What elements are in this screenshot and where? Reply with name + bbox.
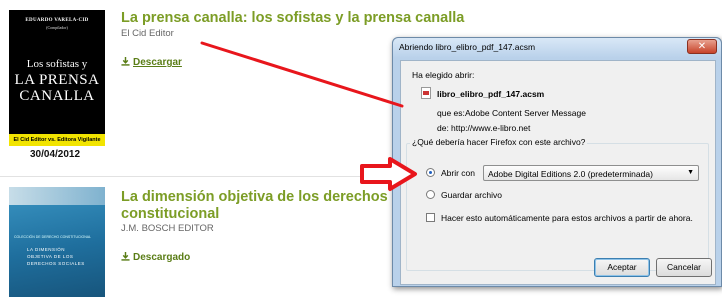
open-with-app-select[interactable]: Adobe Digital Editions 2.0 (predetermina… [483,165,699,181]
cover-title-line2: CANALLA [19,88,95,104]
cover-title-line1: LA PRENSA [14,72,100,88]
save-file-radio[interactable] [426,190,435,199]
cover-editor-note: (Compilador) [46,25,68,30]
dialog-title: Abriendo libro_elibro_pdf_147.acsm [399,42,536,52]
file-type-value: Adobe Content Server Message [465,108,586,118]
download-label: Descargar [133,57,182,68]
chevron-down-icon: ▼ [687,169,694,176]
book-publisher: J.M. BOSCH EDITOR [121,223,214,234]
download-icon [121,252,130,261]
file-type-label: que es: [437,108,465,118]
open-with-label[interactable]: Abrir con [441,168,475,178]
close-button[interactable]: ✕ [687,39,717,54]
cover-collection: COLECCIÓN DE DERECHO CONSTITUCIONAL [14,235,92,239]
file-name: libro_elibro_pdf_147.acsm [437,89,545,99]
dialog-titlebar[interactable]: Abriendo libro_elibro_pdf_147.acsm ✕ [393,38,721,58]
download-link[interactable]: Descargar [121,57,182,68]
book-title-link[interactable]: La prensa canalla: los sofistas y la pre… [121,10,464,27]
action-question: ¿Qué debería hacer Firefox con este arch… [410,137,588,147]
downloaded-label: Descargado [133,252,191,263]
dialog-body: Ha elegido abrir: libro_elibro_pdf_147.a… [400,60,716,285]
book-title-link-line2[interactable]: constitucional [121,206,219,223]
book-cover[interactable]: COLECCIÓN DE DERECHO CONSTITUCIONAL LA D… [9,187,105,297]
download-icon [121,57,130,66]
cover-band: El Cid Editor vs. Editora Vigilante [9,134,105,146]
auto-action-checkbox[interactable] [426,213,435,222]
file-icon [421,87,431,99]
save-file-label[interactable]: Guardar archivo [441,190,502,200]
cancel-button[interactable]: Cancelar [656,258,712,277]
download-dialog: Abriendo libro_elibro_pdf_147.acsm ✕ Ha … [392,37,722,287]
file-source-label: de: [437,123,449,133]
downloaded-status: Descargado [121,252,190,263]
cover-subtitle: Los sofistas y [26,58,88,70]
book-title-link[interactable]: La dimensión objetiva de los derechos so [121,189,409,206]
cover-title-line2: OBJETIVA DE LOS [27,254,74,259]
cover-author: EDUARDO VARELA-CID [25,18,89,23]
accept-button[interactable]: Aceptar [594,258,650,277]
open-with-radio[interactable] [426,168,435,177]
book-publisher: El Cid Editor [121,28,174,39]
cover-top-strip [9,187,105,205]
cover-title-line1: LA DIMENSIÓN [27,247,66,252]
action-group [406,143,709,271]
book-cover[interactable]: EDUARDO VARELA-CID (Compilador) Los sofi… [9,10,105,146]
open-with-app-value: Adobe Digital Editions 2.0 (predetermina… [488,169,653,179]
file-source-value: http://www.e-libro.net [451,123,531,133]
opened-label: Ha elegido abrir: [412,70,475,80]
cover-title-line3: DERECHOS SOCIALES [27,261,85,266]
auto-action-label[interactable]: Hacer esto automáticamente para estos ar… [441,213,693,223]
publication-date: 30/04/2012 [30,149,81,160]
